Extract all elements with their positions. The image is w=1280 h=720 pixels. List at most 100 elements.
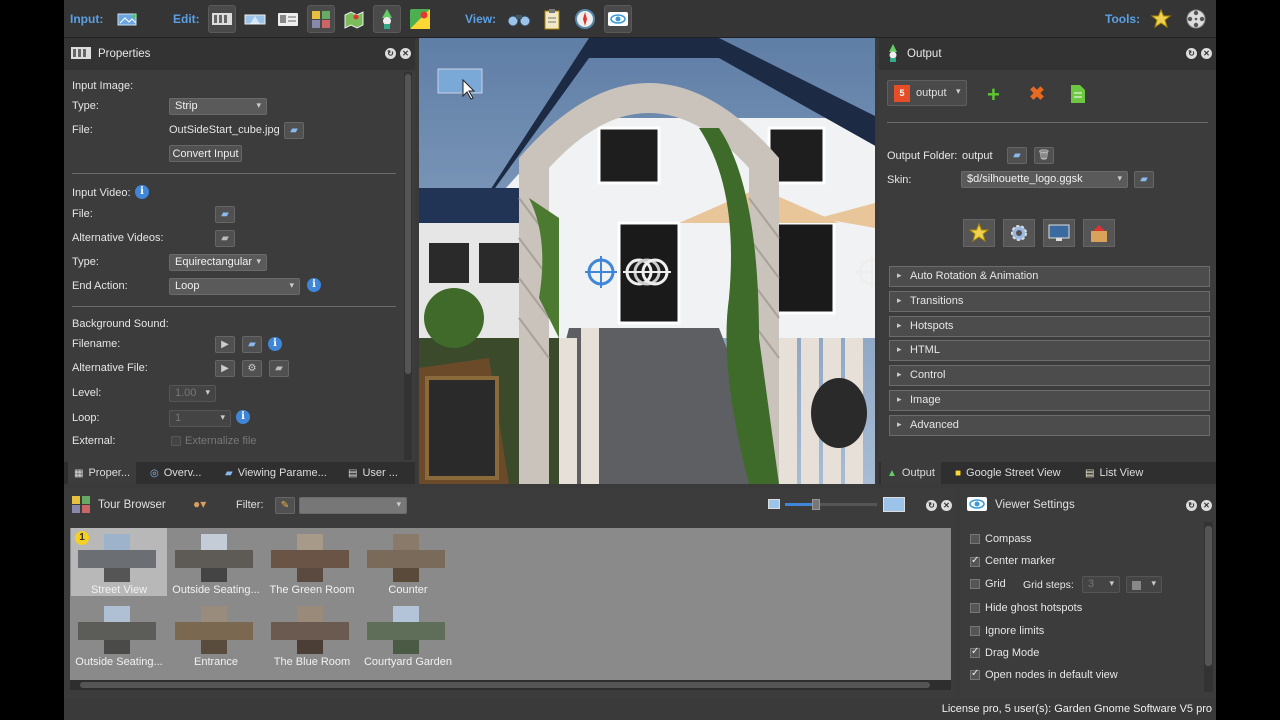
settings-gear-icon[interactable]: ⚙ — [242, 360, 262, 377]
browse-alt-icon[interactable]: ▰ — [269, 360, 289, 377]
edit-tour-icon[interactable] — [307, 5, 335, 33]
edit-info-card-icon[interactable] — [274, 5, 302, 33]
tab-overview[interactable]: ◎ Overv... — [144, 462, 207, 484]
drag-mode-checkbox[interactable] — [970, 646, 980, 658]
thumbnail-size-slider[interactable] — [785, 499, 877, 510]
list-icon: ▤ — [1085, 467, 1095, 479]
grid-label: Grid — [985, 578, 1006, 590]
tab-properties[interactable]: ▦ Proper... — [68, 462, 137, 484]
browse-file-icon[interactable]: ▰ — [284, 122, 304, 139]
undock-icon[interactable]: ↻ — [1186, 500, 1197, 511]
level-stepper[interactable]: 1.00 — [169, 385, 216, 402]
close-icon[interactable]: ✕ — [400, 48, 411, 59]
section-html[interactable]: HTML — [889, 340, 1210, 361]
filter-select[interactable] — [299, 497, 407, 514]
node-thumbnail[interactable]: Entrance — [168, 600, 264, 668]
node-thumbnail[interactable]: Counter — [360, 528, 456, 596]
tools-film-reel-icon[interactable] — [1182, 5, 1210, 33]
output-format-select[interactable]: 5 output ▾ — [887, 80, 967, 106]
center-marker-checkbox[interactable] — [970, 555, 980, 567]
browse-sound-icon[interactable]: ▰ — [242, 336, 262, 353]
section-auto-rotation[interactable]: Auto Rotation & Animation — [889, 266, 1210, 287]
type-select[interactable]: Strip — [169, 98, 267, 115]
info-icon[interactable]: i — [307, 278, 321, 292]
node-thumbnail[interactable]: Courtyard Garden — [360, 600, 456, 668]
compass-icon[interactable] — [571, 5, 599, 33]
section-transitions[interactable]: Transitions — [889, 291, 1210, 312]
grid-steps-stepper[interactable]: 3 — [1082, 576, 1120, 593]
compass-checkbox[interactable] — [970, 534, 980, 544]
loop-stepper[interactable]: 1 — [169, 410, 231, 427]
ignore-limits-checkbox[interactable] — [970, 626, 980, 636]
node-thumbnail[interactable]: 1 Street View — [71, 528, 167, 596]
browse-video-icon[interactable]: ▰ — [215, 206, 235, 223]
node-label: Counter — [388, 584, 428, 596]
skin-select[interactable]: $d/silhouette_logo.ggsk — [961, 171, 1128, 188]
add-output-icon[interactable]: + — [987, 82, 1000, 108]
video-type-select[interactable]: Equirectangular — [169, 254, 267, 271]
output-document-icon[interactable] — [1069, 84, 1087, 107]
remove-output-icon[interactable]: ✖ — [1029, 83, 1045, 106]
play-icon[interactable]: ▶ — [215, 360, 235, 377]
info-icon[interactable]: i — [236, 410, 250, 424]
end-action-select[interactable]: Loop — [169, 278, 300, 295]
undock-icon[interactable]: ↻ — [926, 500, 937, 511]
properties-scrollbar[interactable] — [404, 72, 412, 460]
output-settings-gear-icon[interactable] — [1003, 219, 1035, 247]
undock-icon[interactable]: ↻ — [1186, 48, 1197, 59]
close-icon[interactable]: ✕ — [1201, 500, 1212, 511]
generate-wand-icon[interactable] — [963, 219, 995, 247]
tab-list-view[interactable]: ▤ List View — [1079, 462, 1149, 484]
edit-strip-icon[interactable] — [208, 5, 236, 33]
section-control[interactable]: Control — [889, 365, 1210, 386]
tab-user-data[interactable]: ▤ User ... — [342, 462, 404, 484]
tools-wand-icon[interactable] — [1147, 5, 1175, 33]
tab-viewing-parameters[interactable]: ▰ Viewing Parame... — [219, 462, 333, 484]
section-hotspots[interactable]: Hotspots — [889, 316, 1210, 337]
filter-pencil-icon[interactable]: ✎ — [275, 497, 295, 514]
edit-map-icon[interactable] — [340, 5, 368, 33]
section-image[interactable]: Image — [889, 390, 1210, 411]
grid-checkbox[interactable] — [970, 579, 980, 589]
viewer-settings-scrollbar[interactable] — [1204, 522, 1213, 692]
edit-skin-gnome-icon[interactable] — [373, 5, 401, 33]
info-icon[interactable]: i — [268, 337, 282, 351]
add-panorama-icon[interactable]: + — [114, 5, 142, 33]
panorama-viewer[interactable] — [419, 38, 875, 484]
binoculars-icon[interactable] — [505, 5, 533, 33]
hotspot-target-icon[interactable] — [585, 256, 617, 291]
output-title: Output — [907, 48, 942, 60]
hide-ghost-hotspots-checkbox[interactable] — [970, 603, 980, 613]
node-thumbnail[interactable]: Outside Seating... — [71, 600, 167, 668]
output-package-icon[interactable] — [1083, 219, 1115, 247]
preview-eye-icon[interactable] — [604, 5, 632, 33]
clipboard-icon[interactable] — [538, 5, 566, 33]
hotspot-target-icon[interactable] — [856, 256, 875, 291]
close-icon[interactable]: ✕ — [1201, 48, 1212, 59]
output-preview-icon[interactable] — [1043, 219, 1075, 247]
grid-color-select[interactable] — [1126, 576, 1162, 593]
node-thumbnail[interactable]: The Green Room — [264, 528, 360, 596]
node-label: The Green Room — [269, 584, 355, 596]
alt-videos-icon[interactable]: ▰ — [215, 230, 235, 247]
browse-skin-icon[interactable]: ▰ — [1134, 171, 1154, 188]
browse-folder-icon[interactable]: ▰ — [1007, 147, 1027, 164]
open-nodes-default-view-checkbox[interactable] — [970, 668, 980, 680]
user-menu-icon[interactable]: ●▾ — [193, 497, 206, 511]
close-icon[interactable]: ✕ — [941, 500, 952, 511]
edit-maps-pin-icon[interactable] — [406, 5, 434, 33]
tour-browser-hscrollbar[interactable] — [70, 680, 951, 690]
tab-google-street-view[interactable]: ■ Google Street View — [949, 462, 1067, 484]
node-thumbnail[interactable]: The Blue Room — [264, 600, 360, 668]
info-icon[interactable]: i — [135, 185, 149, 199]
play-icon[interactable]: ▶ — [215, 336, 235, 353]
externalize-checkbox[interactable] — [171, 436, 181, 446]
undock-icon[interactable]: ↻ — [385, 48, 396, 59]
tab-output[interactable]: ▲ Output — [881, 462, 941, 484]
section-advanced[interactable]: Advanced — [889, 415, 1210, 436]
cube-thumbnail — [174, 604, 254, 656]
node-thumbnail[interactable]: Outside Seating... — [168, 528, 264, 596]
edit-patch-icon[interactable] — [241, 5, 269, 33]
trash-icon[interactable]: 🗑 — [1034, 147, 1054, 164]
convert-input-button[interactable]: Convert Input — [169, 145, 242, 162]
